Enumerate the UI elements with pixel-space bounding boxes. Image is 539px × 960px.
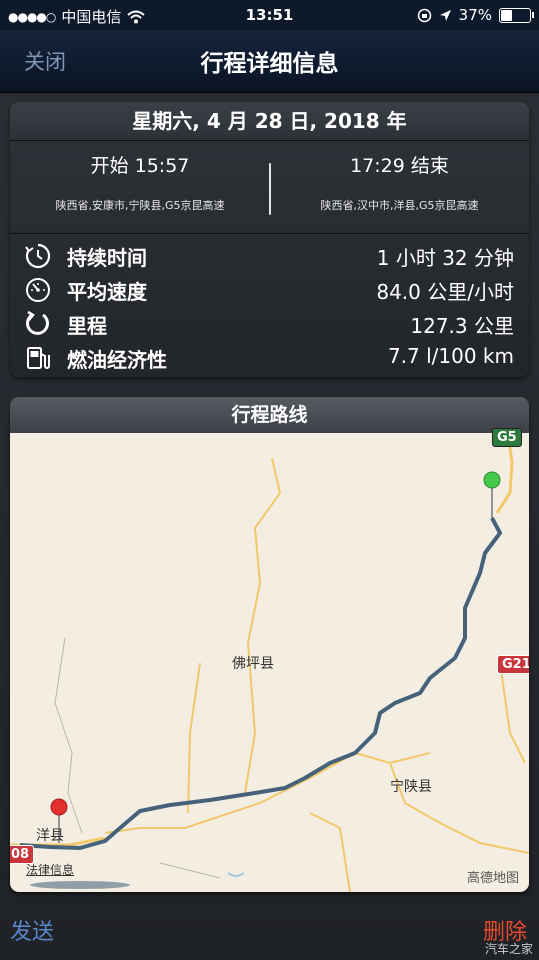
- start-time-label: 开始 15:57: [90, 155, 190, 177]
- highway-g5-shield: G5: [492, 428, 522, 447]
- stat-distance: 里程 127.3 公里: [10, 307, 529, 341]
- stat-fuel-economy: 燃油经济性 7.7 l/100 km: [10, 341, 529, 375]
- location-arrow-icon: [439, 9, 451, 21]
- trip-date: 星期六, 4 月 28 日, 2018 年: [10, 102, 529, 141]
- stat-value: 1 小时 32 分钟: [376, 246, 514, 270]
- end-time-label: 17:29 结束: [350, 155, 449, 177]
- page-title: 行程详细信息: [200, 51, 339, 77]
- timer-icon: [25, 243, 51, 269]
- battery-percent: 37%: [458, 6, 492, 24]
- stat-avg-speed: 平均速度 84.0 公里/小时: [10, 273, 529, 307]
- stat-label: 里程: [67, 314, 107, 338]
- map-label-ningshan: 宁陕县: [390, 779, 432, 795]
- trip-info-card: 星期六, 4 月 28 日, 2018 年 开始 15:57 陕西省,安康市,宁…: [10, 102, 529, 377]
- route-map[interactable]: G5 G210 08 佛坪县 宁陕县 洋县 法律信息 高德地图: [10, 428, 529, 892]
- navigation-bar: 关闭 行程详细信息: [0, 30, 539, 93]
- stat-value: 127.3 公里: [410, 314, 514, 338]
- distance-loop-icon: [26, 310, 49, 335]
- stat-value: 84.0 公里/小时: [376, 280, 514, 304]
- route-map-card: 行程路线 G5 G21 08 佛坪县 宁陕县 洋县 法律信息 高德地图: [10, 397, 529, 892]
- rotation-lock-icon: [417, 8, 431, 22]
- stat-value: 7.7 l/100 km: [387, 344, 514, 368]
- map-provider-logo: 高德地图: [466, 871, 519, 886]
- highway-g210-shield: G210: [497, 655, 529, 674]
- start-location: 陕西省,安康市,宁陕县,G5京昆高速: [55, 199, 225, 212]
- send-button[interactable]: 发送: [10, 914, 54, 946]
- status-bar: ●●●●○ 中国电信 13:51 37%: [0, 0, 539, 30]
- speedometer-icon: [26, 278, 50, 302]
- end-location: 陕西省,汉中市,洋县,G5京昆高速: [320, 199, 479, 212]
- stat-label: 燃油经济性: [67, 348, 167, 372]
- map-label-foping: 佛坪县: [232, 656, 274, 672]
- trip-stats: 持续时间 1 小时 32 分钟 平均速度 84.0 公里/小时 里程 127.3…: [10, 234, 529, 375]
- stat-label: 平均速度: [67, 280, 147, 304]
- stat-label: 持续时间: [67, 246, 147, 270]
- trip-times: 开始 15:57 陕西省,安康市,宁陕县,G5京昆高速 17:29 结束 陕西省…: [10, 141, 529, 234]
- map-title: 行程路线: [10, 397, 529, 433]
- battery-icon: [499, 7, 534, 23]
- stat-duration: 持续时间 1 小时 32 分钟: [10, 239, 529, 273]
- watermark: 汽车之家: [484, 942, 533, 956]
- legal-info-link[interactable]: 法律信息: [26, 861, 74, 878]
- map-label-yangxian: 洋县: [36, 828, 64, 844]
- fuel-pump-icon: [27, 347, 50, 369]
